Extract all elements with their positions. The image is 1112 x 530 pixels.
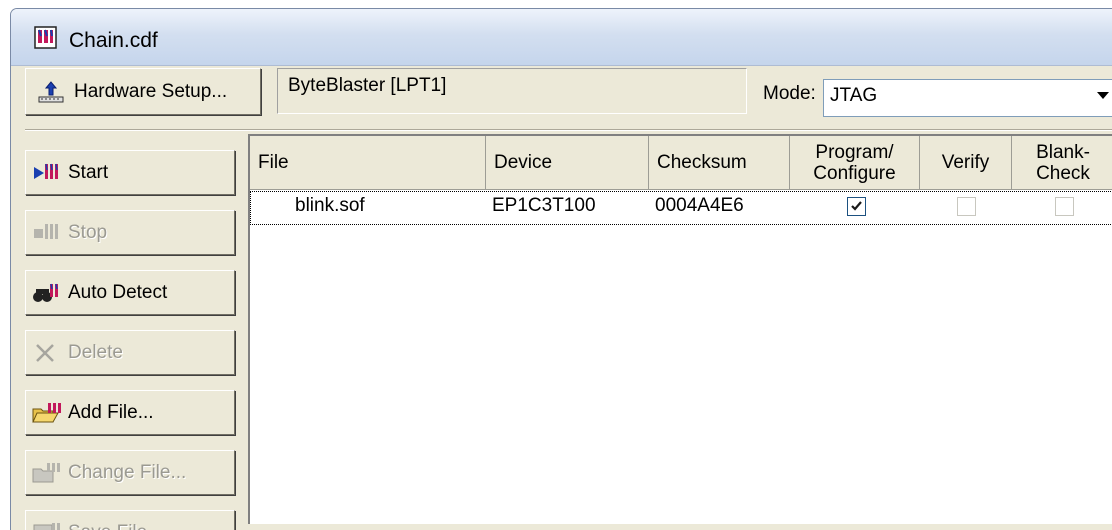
stop-icon [32,221,62,245]
title-bar[interactable]: Chain.cdf [11,9,1112,66]
stop-button[interactable]: Stop [25,210,235,255]
mode-select[interactable]: JTAG [823,79,1112,117]
column-program-line1: Program/ [815,142,893,163]
delete-button[interactable]: Delete [25,330,235,375]
verify-checkbox[interactable] [957,197,976,216]
auto-detect-button[interactable]: Auto Detect [25,270,235,315]
column-header-program-configure[interactable]: Program/ Configure [790,136,920,190]
column-program-line2: Configure [813,163,895,184]
column-checksum-label: Checksum [657,152,747,174]
window-title: Chain.cdf [69,29,158,53]
start-label: Start [68,162,108,184]
auto-detect-label: Auto Detect [68,282,167,304]
column-header-verify[interactable]: Verify [920,136,1012,190]
column-blank-line1: Blank- [1036,142,1090,163]
delete-label: Delete [68,342,123,364]
chain-window: Chain.cdf Hardware Setup... ByteBlaster … [10,8,1112,530]
change-file-icon [32,461,62,485]
hardware-field: ByteBlaster [LPT1] [277,68,747,114]
add-file-icon [32,401,62,425]
column-blank-line2: Check [1036,163,1090,184]
column-device-label: Device [494,152,552,174]
column-header-file[interactable]: File [250,136,486,190]
start-icon [32,161,62,185]
delete-icon [32,341,62,365]
mode-label: Mode: [763,83,816,105]
device-table[interactable]: File Device Checksum Program/ Configure … [248,134,1112,524]
column-file-label: File [258,152,289,174]
add-file-button[interactable]: Add File... [25,390,235,435]
row-checksum: 0004A4E6 [655,195,744,217]
hardware-setup-button[interactable]: Hardware Setup... [25,68,261,115]
row-device: EP1C3T100 [492,195,596,217]
row-file: blink.sof [295,195,365,217]
hardware-setup-label: Hardware Setup... [74,81,227,103]
stop-label: Stop [68,222,107,244]
hardware-setup-icon [36,80,66,104]
blank-check-checkbox[interactable] [1055,197,1074,216]
hardware-value: ByteBlaster [LPT1] [288,75,446,96]
change-file-label: Change File... [68,462,186,484]
column-verify-label: Verify [942,152,990,173]
auto-detect-icon [32,281,62,305]
column-header-blank-check[interactable]: Blank- Check [1012,136,1112,190]
column-header-device[interactable]: Device [486,136,649,190]
column-header-checksum[interactable]: Checksum [649,136,790,190]
program-configure-checkbox[interactable] [847,197,866,216]
toolbar-separator [25,129,1112,131]
dropdown-arrow-icon[interactable] [1097,92,1109,99]
checkmark-icon [849,199,864,214]
add-file-label: Add File... [68,402,154,424]
start-button[interactable]: Start [25,150,235,195]
chain-file-icon [34,26,60,50]
save-file-button[interactable]: Save File [25,510,235,530]
mode-value: JTAG [830,85,877,106]
change-file-button[interactable]: Change File... [25,450,235,495]
table-row[interactable]: blink.sof EP1C3T100 0004A4E6 [250,191,1112,225]
